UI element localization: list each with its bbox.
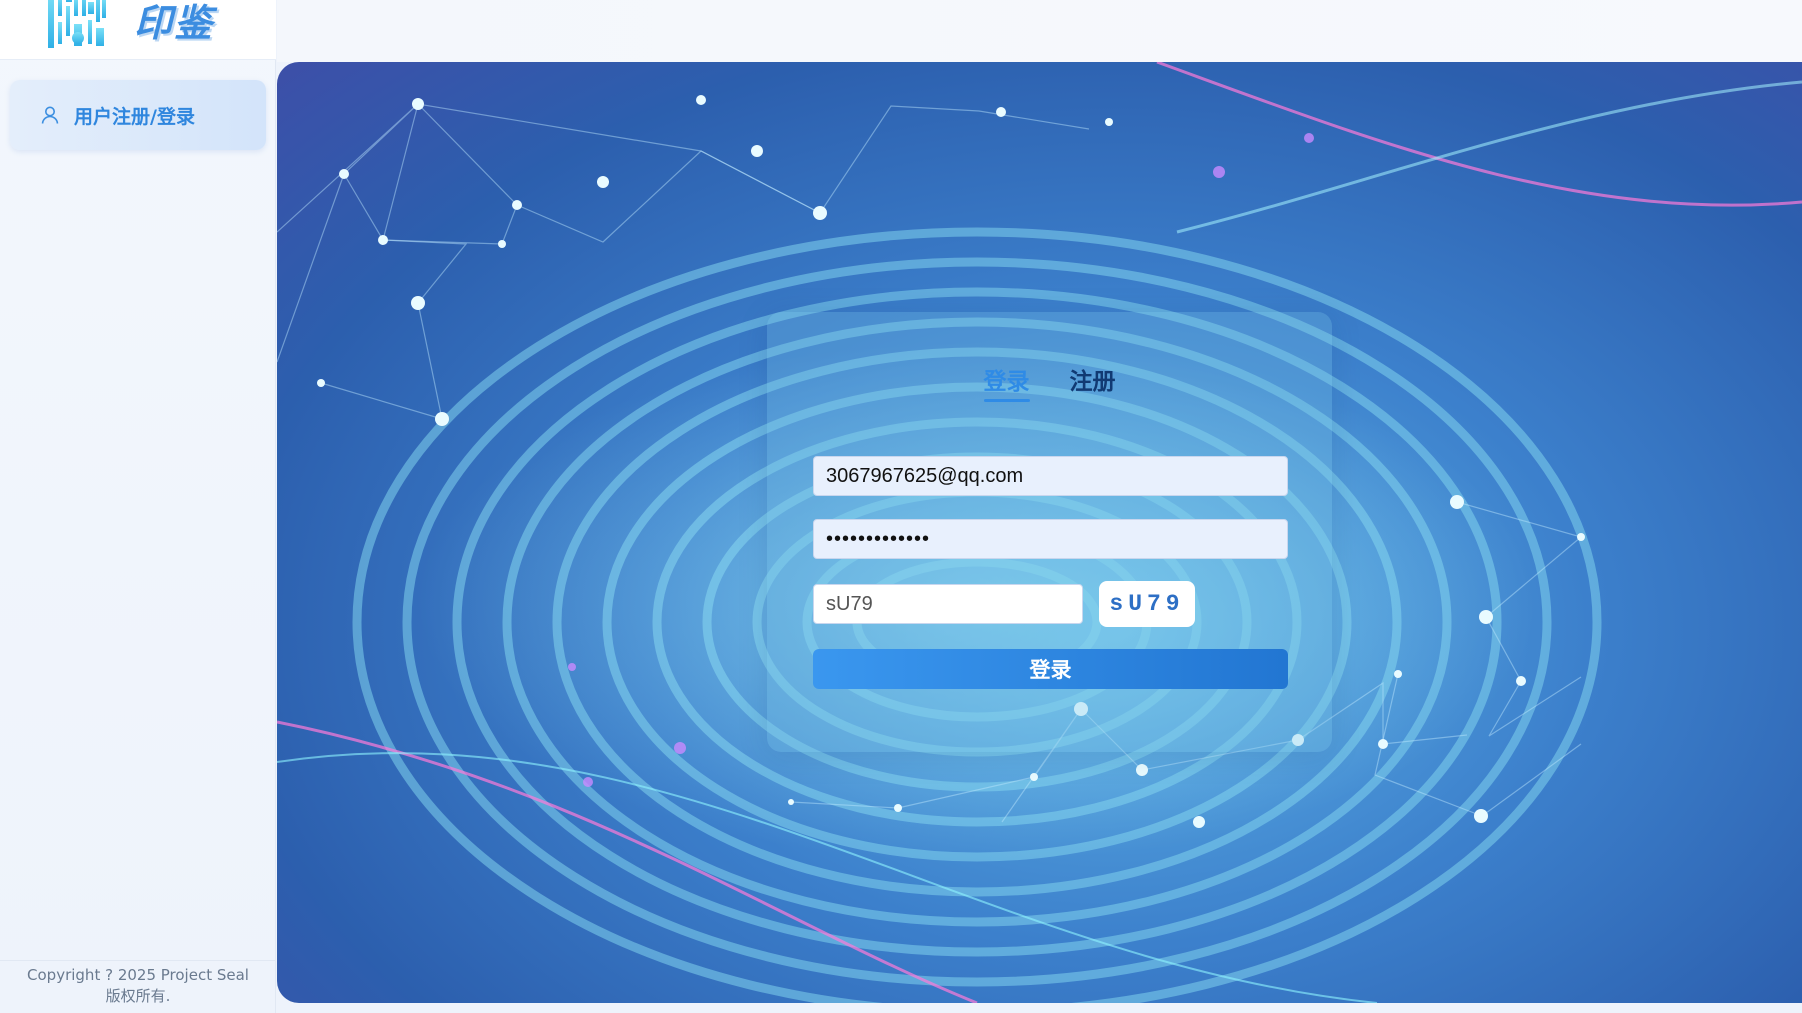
sidebar-item-label: 用户注册/登录: [74, 105, 195, 128]
tab-login[interactable]: 登录: [983, 362, 1030, 402]
tab-register[interactable]: 注册: [1070, 362, 1116, 402]
copyright-text: Copyright ? 2025 Project Seal: [27, 966, 249, 984]
qr-seal-icon: [46, 0, 108, 52]
logo-text: 印鉴: [134, 0, 215, 45]
user-icon: [41, 106, 59, 124]
captcha-input[interactable]: [813, 584, 1083, 624]
password-field[interactable]: [813, 519, 1288, 559]
top-header: [277, 0, 1802, 62]
login-card: 登录 注册 sU79 登录: [767, 312, 1332, 752]
email-field[interactable]: [813, 456, 1288, 496]
footer: Copyright ? 2025 Project Seal 版权所有.: [0, 960, 276, 1013]
login-button[interactable]: 登录: [813, 649, 1288, 689]
captcha-image[interactable]: sU79: [1099, 581, 1195, 627]
main-stage: 登录 注册 sU79 登录: [277, 62, 1802, 1003]
auth-tabs: 登录 注册: [767, 362, 1332, 402]
logo-area: 印鉴: [0, 0, 276, 60]
rights-text: 版权所有.: [105, 987, 171, 1005]
sidebar-item-user-login[interactable]: 用户注册/登录: [10, 80, 266, 150]
sidebar: 印鉴 用户注册/登录 Copyright ? 2025 Project Seal…: [0, 0, 276, 1013]
